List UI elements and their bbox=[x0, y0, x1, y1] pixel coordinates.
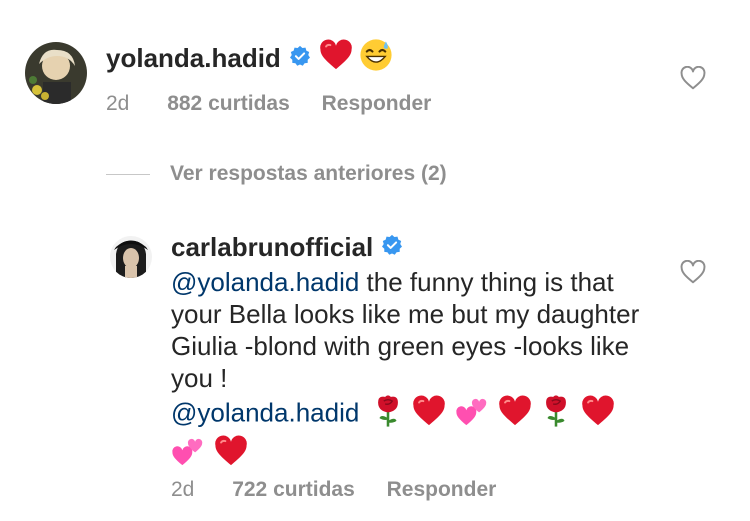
red-heart-icon bbox=[581, 395, 615, 434]
verified-badge-icon bbox=[289, 43, 311, 74]
red-heart-icon bbox=[319, 39, 353, 78]
avatar-carlabruni[interactable] bbox=[110, 236, 152, 278]
comment2-reply-button[interactable]: Responder bbox=[387, 478, 497, 501]
comment1-likes[interactable]: 882 curtidas bbox=[167, 92, 290, 115]
like-comment2-icon[interactable] bbox=[680, 259, 706, 289]
rose-icon bbox=[541, 394, 571, 435]
comment2-text: @yolanda.hadid the funny thing is that y… bbox=[171, 266, 671, 474]
like-comment1-icon[interactable] bbox=[680, 65, 706, 95]
two-hearts-icon bbox=[171, 435, 205, 474]
red-heart-icon bbox=[498, 395, 532, 434]
comment2-timestamp: 2d bbox=[171, 478, 195, 501]
red-heart-icon bbox=[412, 395, 446, 434]
comment2-mention-2[interactable]: @yolanda.hadid bbox=[171, 397, 359, 427]
comment2-likes[interactable]: 722 curtidas bbox=[232, 478, 355, 501]
comment1-meta: 2d 882 curtidas Responder bbox=[106, 92, 457, 116]
comment2-meta: 2d 722 curtidas Responder bbox=[171, 478, 522, 502]
comment1-header: yolanda.hadid bbox=[106, 38, 393, 79]
replies-divider bbox=[106, 173, 150, 175]
comment1-username[interactable]: yolanda.hadid bbox=[106, 43, 281, 74]
comment1-timestamp: 2d bbox=[106, 92, 130, 115]
view-replies-label: Ver respostas anteriores (2) bbox=[170, 162, 447, 185]
comment2-mention[interactable]: @yolanda.hadid bbox=[171, 267, 359, 297]
two-hearts-icon bbox=[455, 395, 489, 434]
avatar-yolanda[interactable] bbox=[25, 42, 87, 104]
view-previous-replies[interactable]: Ver respostas anteriores (2) bbox=[106, 162, 447, 186]
rose-icon bbox=[373, 394, 403, 435]
verified-badge-icon bbox=[381, 232, 403, 263]
red-heart-icon bbox=[214, 435, 248, 474]
grinning-sweat-icon bbox=[359, 38, 393, 79]
comment1-reply-button[interactable]: Responder bbox=[322, 92, 432, 115]
comment2-header: carlabrunofficial bbox=[171, 232, 403, 263]
comment2-username[interactable]: carlabrunofficial bbox=[171, 232, 373, 263]
